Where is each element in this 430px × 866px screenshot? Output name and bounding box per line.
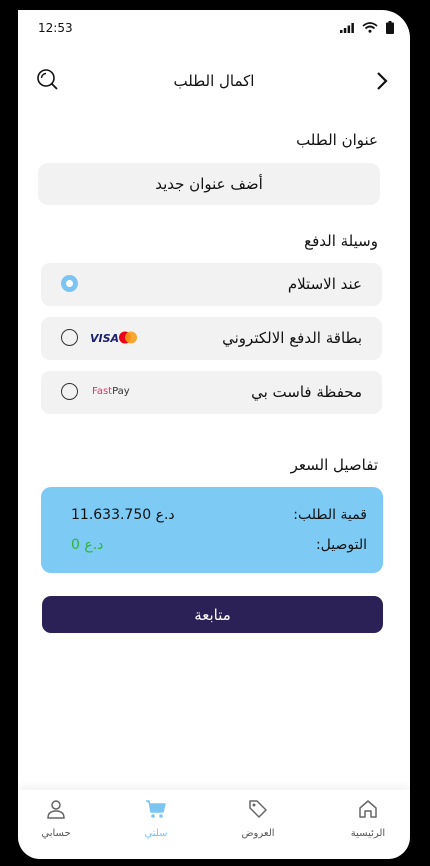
status-time: 12:53 <box>38 21 73 35</box>
fastpay-brand-a: Fast <box>92 386 113 397</box>
payment-option-card[interactable]: VISA بطاقة الدفع الالكتروني <box>41 317 382 360</box>
continue-label: متابعة <box>194 605 231 624</box>
payment-option-label: عند الاستلام <box>287 275 362 293</box>
status-bar: 12:53 <box>18 10 410 48</box>
page-title: اكمال الطلب <box>173 72 255 90</box>
nav-account-label: حسابي <box>41 828 71 839</box>
user-icon <box>47 800 65 819</box>
nav-cart-label: سلتي <box>144 828 168 839</box>
payment-option-label: بطاقة الدفع الالكتروني <box>222 329 362 347</box>
bottom-nav: الرئيسية العروض سلتي حسابي <box>18 790 410 859</box>
nav-cart[interactable]: سلتي <box>116 798 196 839</box>
mastercard-icon <box>119 331 137 344</box>
fastpay-logo: FastPay <box>92 386 130 397</box>
order-currency: د.ع <box>155 507 175 523</box>
payment-option-label: محفظة فاست بي <box>251 383 362 401</box>
continue-button[interactable]: متابعة <box>42 596 383 633</box>
delivery-amount: 0 <box>71 537 80 553</box>
signal-icon <box>340 22 354 33</box>
tag-icon <box>249 800 267 818</box>
address-section-label: عنوان الطلب <box>296 131 378 149</box>
header: اكمال الطلب <box>18 68 410 98</box>
radio-unselected[interactable] <box>61 329 78 346</box>
battery-icon <box>386 21 394 34</box>
radio-unselected[interactable] <box>61 383 78 400</box>
cart-icon <box>146 800 166 818</box>
add-address-button[interactable]: أضف عنوان جديد <box>38 163 380 205</box>
delivery-currency: د.ع <box>84 537 104 553</box>
delivery-value: د.ع 0 <box>65 537 103 553</box>
chevron-right-icon[interactable] <box>376 71 388 91</box>
visa-logo: VISA <box>90 332 120 345</box>
nav-offers-label: العروض <box>241 828 275 839</box>
price-details-card: قمية الطلب: د.ع 11.633.750 التوصيل: د.ع … <box>41 487 383 573</box>
wifi-icon <box>362 22 378 33</box>
status-icons <box>340 21 394 34</box>
order-value-label: قمية الطلب: <box>293 507 367 523</box>
nav-offers[interactable]: العروض <box>218 798 298 839</box>
screen: 12:53 اكمال الطلب عنوان الطلب أضف عنوان … <box>18 10 410 859</box>
radio-selected[interactable] <box>61 275 78 292</box>
price-details-section-label: تفاصيل السعر <box>290 456 378 474</box>
nav-home[interactable]: الرئيسية <box>328 798 408 839</box>
payment-section-label: وسيلة الدفع <box>304 232 378 250</box>
fastpay-brand-b: Pay <box>112 386 130 397</box>
order-value: د.ع 11.633.750 <box>65 507 175 523</box>
nav-account[interactable]: حسابي <box>18 798 96 839</box>
payment-option-cod[interactable]: عند الاستلام <box>41 263 382 306</box>
nav-home-label: الرئيسية <box>350 828 386 839</box>
payment-option-fastpay[interactable]: FastPay محفظة فاست بي <box>41 371 382 414</box>
order-value-row: قمية الطلب: د.ع 11.633.750 <box>65 507 367 527</box>
add-address-label: أضف عنوان جديد <box>155 175 263 193</box>
order-amount: 11.633.750 <box>71 507 152 523</box>
delivery-row: التوصيل: د.ع 0 <box>65 537 367 557</box>
device-frame: 12:53 اكمال الطلب عنوان الطلب أضف عنوان … <box>0 0 430 866</box>
delivery-label: التوصيل: <box>315 537 367 553</box>
home-icon <box>359 800 377 818</box>
